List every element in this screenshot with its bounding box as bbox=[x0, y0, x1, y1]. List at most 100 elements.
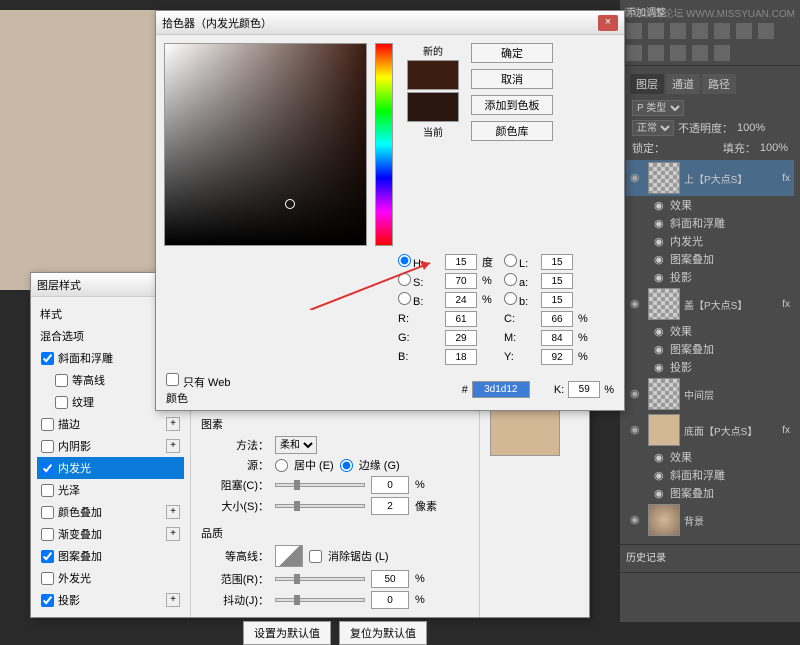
a-radio[interactable] bbox=[504, 273, 517, 286]
tab-layers[interactable]: 图层 bbox=[630, 74, 664, 94]
m-input[interactable] bbox=[541, 330, 573, 346]
l-input[interactable] bbox=[541, 254, 573, 270]
layer-thumb[interactable] bbox=[648, 414, 680, 446]
method-select[interactable]: 柔和 bbox=[275, 436, 317, 454]
style-drop-shadow[interactable]: 投影+ bbox=[37, 589, 184, 611]
r-input[interactable] bbox=[445, 311, 477, 327]
layer-row[interactable]: ◉背景 bbox=[626, 502, 794, 538]
layer-row[interactable]: ◉盖【P大点S】fx bbox=[626, 286, 794, 322]
eye-icon[interactable]: ◉ bbox=[630, 513, 644, 527]
eye-icon[interactable]: ◉ bbox=[630, 171, 644, 185]
adjust-icon[interactable] bbox=[626, 23, 642, 39]
color-field[interactable] bbox=[164, 43, 367, 246]
adjust-icon[interactable] bbox=[648, 45, 664, 61]
set-default-button[interactable]: 设置为默认值 bbox=[243, 621, 331, 645]
adjust-icon[interactable] bbox=[670, 45, 686, 61]
fx-pattern[interactable]: ◉图案叠加 bbox=[626, 340, 794, 358]
range-input[interactable] bbox=[371, 570, 409, 588]
l-radio[interactable] bbox=[504, 254, 517, 267]
adjust-icon[interactable] bbox=[714, 23, 730, 39]
lab-b-input[interactable] bbox=[541, 292, 573, 308]
adjust-icon[interactable] bbox=[670, 23, 686, 39]
b-radio[interactable] bbox=[398, 292, 411, 305]
jitter-input[interactable] bbox=[371, 591, 409, 609]
layer-row[interactable]: ◉中间层 bbox=[626, 376, 794, 412]
b-input[interactable] bbox=[445, 292, 477, 308]
layer-thumb[interactable] bbox=[648, 504, 680, 536]
size-slider[interactable] bbox=[275, 504, 365, 508]
style-gradient-overlay[interactable]: 渐变叠加+ bbox=[37, 523, 184, 545]
fx-inner-glow[interactable]: ◉内发光 bbox=[626, 232, 794, 250]
canvas[interactable] bbox=[0, 10, 180, 290]
style-inner-glow[interactable]: 内发光 bbox=[37, 457, 184, 479]
opacity-val[interactable]: 100% bbox=[737, 122, 765, 134]
kind-select[interactable]: P 类型 bbox=[632, 100, 684, 116]
c-input[interactable] bbox=[541, 311, 573, 327]
bval-input[interactable] bbox=[445, 349, 477, 365]
ok-button[interactable]: 确定 bbox=[471, 43, 553, 63]
fx-pattern[interactable]: ◉图案叠加 bbox=[626, 250, 794, 268]
fx-bevel[interactable]: ◉斜面和浮雕 bbox=[626, 214, 794, 232]
color-lib-button[interactable]: 颜色库 bbox=[471, 121, 553, 141]
mode-select[interactable]: 正常 bbox=[632, 120, 674, 136]
layer-thumb[interactable] bbox=[648, 378, 680, 410]
style-pattern-overlay[interactable]: 图案叠加 bbox=[37, 545, 184, 567]
source-center-radio[interactable] bbox=[275, 459, 288, 472]
plus-icon[interactable]: + bbox=[166, 527, 180, 541]
h-radio[interactable] bbox=[398, 254, 411, 267]
cancel-button[interactable]: 取消 bbox=[471, 69, 553, 89]
lab-b-radio[interactable] bbox=[504, 292, 517, 305]
color-cursor[interactable] bbox=[285, 199, 295, 209]
layer-row[interactable]: ◉上【P大点S】fx bbox=[626, 160, 794, 196]
fx-pattern[interactable]: ◉图案叠加 bbox=[626, 484, 794, 502]
adjust-icon[interactable] bbox=[714, 45, 730, 61]
adjust-icon[interactable] bbox=[648, 23, 664, 39]
style-stroke[interactable]: 描边+ bbox=[37, 413, 184, 435]
add-swatch-button[interactable]: 添加到色板 bbox=[471, 95, 553, 115]
plus-icon[interactable]: + bbox=[166, 593, 180, 607]
fx-bevel[interactable]: ◉斜面和浮雕 bbox=[626, 466, 794, 484]
adjust-icon[interactable] bbox=[736, 23, 752, 39]
fx-shadow[interactable]: ◉投影 bbox=[626, 268, 794, 286]
eye-icon[interactable]: ◉ bbox=[630, 423, 644, 437]
source-edge-radio[interactable] bbox=[340, 459, 353, 472]
plus-icon[interactable]: + bbox=[166, 505, 180, 519]
reset-default-button[interactable]: 复位为默认值 bbox=[339, 621, 427, 645]
s-radio[interactable] bbox=[398, 273, 411, 286]
current-swatch[interactable] bbox=[407, 92, 459, 122]
k-input[interactable] bbox=[568, 381, 600, 398]
tab-paths[interactable]: 路径 bbox=[702, 74, 736, 94]
adjust-icon[interactable] bbox=[692, 23, 708, 39]
fill-val[interactable]: 100% bbox=[760, 142, 788, 154]
close-icon[interactable]: × bbox=[598, 15, 618, 31]
adjust-icon[interactable] bbox=[626, 45, 642, 61]
style-inner-shadow[interactable]: 内阴影+ bbox=[37, 435, 184, 457]
hue-slider[interactable] bbox=[375, 43, 393, 246]
layer-thumb[interactable] bbox=[648, 162, 680, 194]
a-input[interactable] bbox=[541, 273, 573, 289]
g-input[interactable] bbox=[445, 330, 477, 346]
antialias-check[interactable] bbox=[309, 550, 322, 563]
tab-channels[interactable]: 通道 bbox=[666, 74, 700, 94]
layer-thumb[interactable] bbox=[648, 288, 680, 320]
size-input[interactable] bbox=[371, 497, 409, 515]
plus-icon[interactable]: + bbox=[166, 417, 180, 431]
titlebar[interactable]: 拾色器（内发光颜色） × bbox=[156, 11, 624, 35]
plus-icon[interactable]: + bbox=[166, 439, 180, 453]
choke-input[interactable] bbox=[371, 476, 409, 494]
fx-effects[interactable]: ◉效果 bbox=[626, 448, 794, 466]
style-satin[interactable]: 光泽 bbox=[37, 479, 184, 501]
jitter-slider[interactable] bbox=[275, 598, 365, 602]
history-title[interactable]: 历史记录 bbox=[626, 549, 794, 564]
fx-effects[interactable]: ◉效果 bbox=[626, 196, 794, 214]
fx-effects[interactable]: ◉效果 bbox=[626, 322, 794, 340]
contour-picker[interactable] bbox=[275, 545, 303, 567]
y-input[interactable] bbox=[541, 349, 573, 365]
style-outer-glow[interactable]: 外发光 bbox=[37, 567, 184, 589]
eye-icon[interactable]: ◉ bbox=[630, 387, 644, 401]
range-slider[interactable] bbox=[275, 577, 365, 581]
s-input[interactable] bbox=[445, 273, 477, 289]
fx-shadow[interactable]: ◉投影 bbox=[626, 358, 794, 376]
style-color-overlay[interactable]: 颜色叠加+ bbox=[37, 501, 184, 523]
adjust-icon[interactable] bbox=[692, 45, 708, 61]
